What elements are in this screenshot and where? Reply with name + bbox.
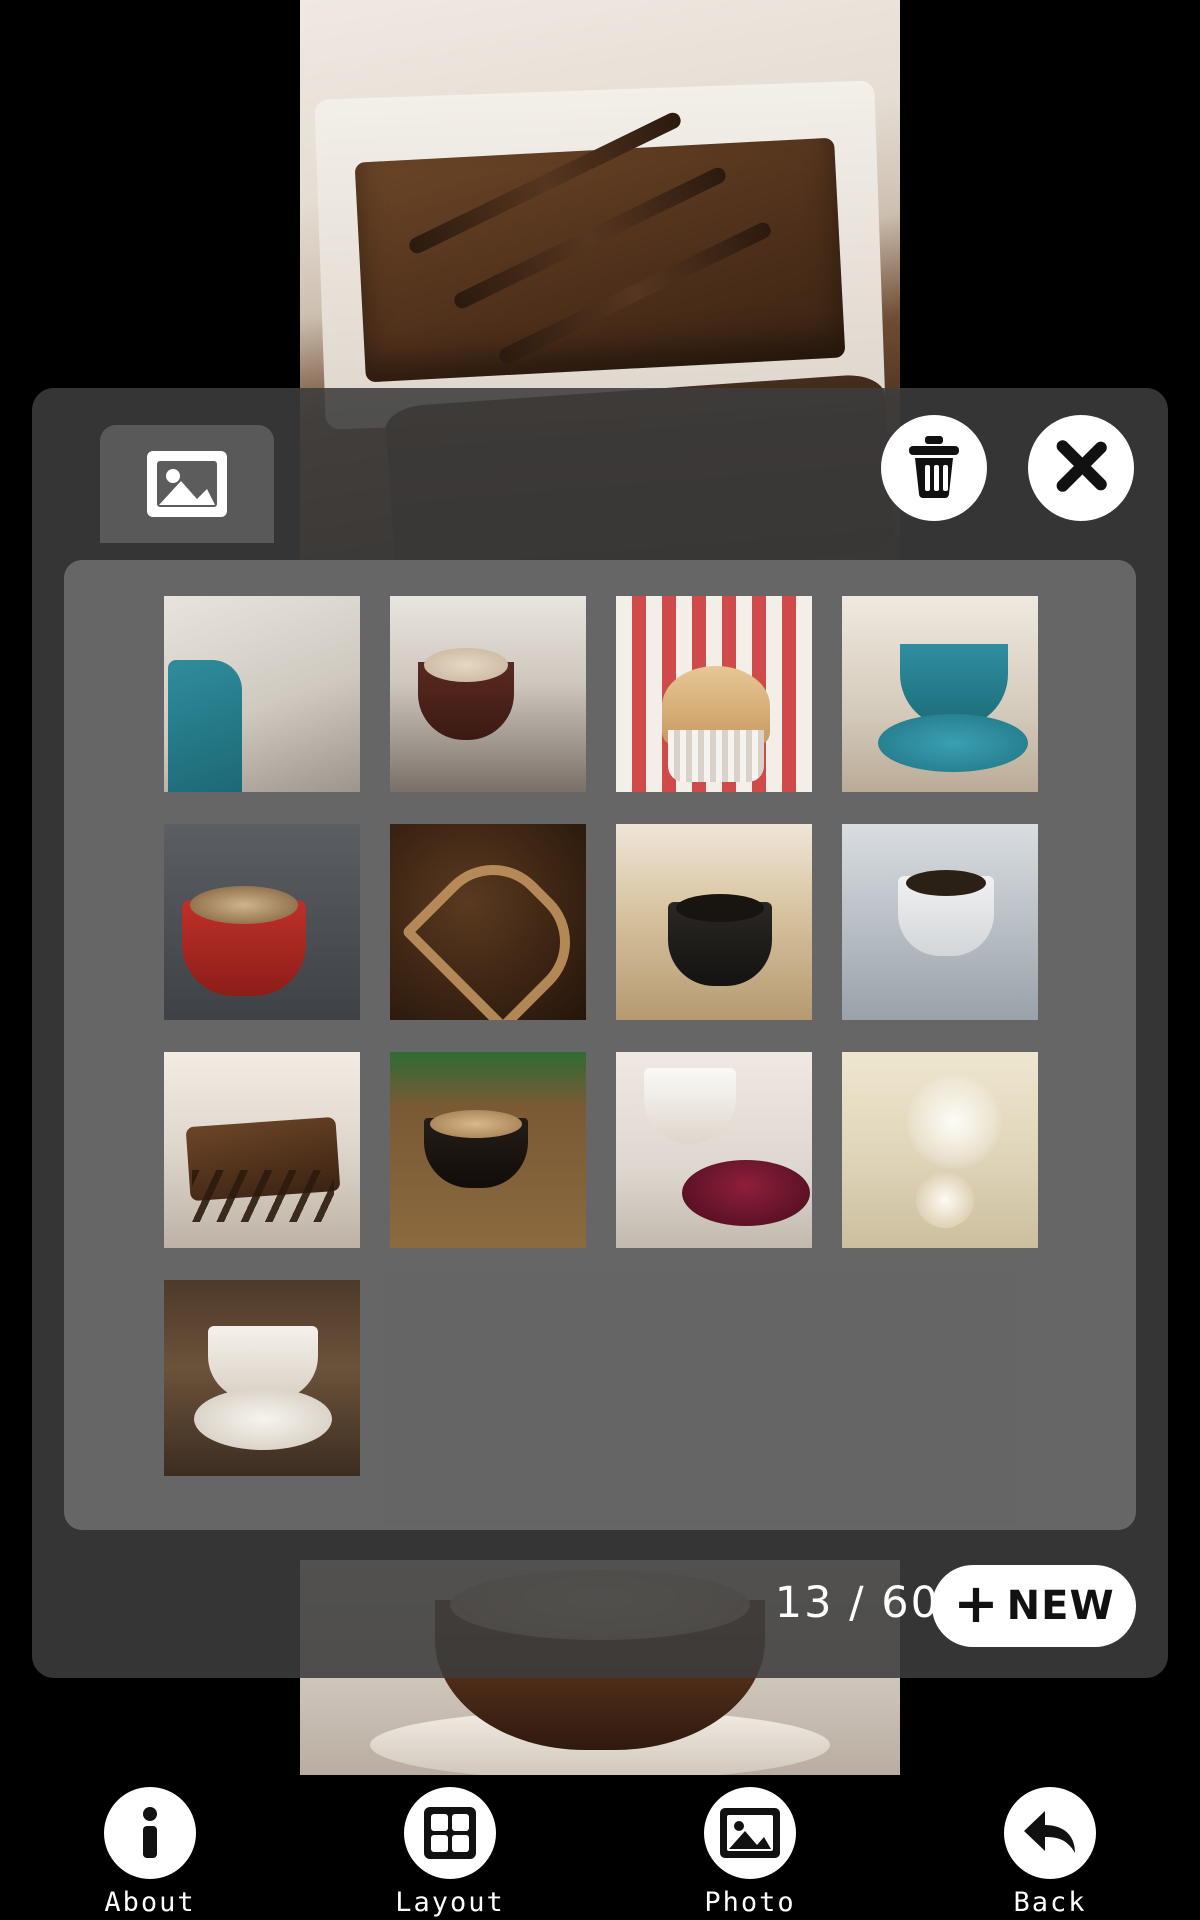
- thumbnail-latte-art-with-book[interactable]: [164, 596, 360, 792]
- new-button-label: NEW: [1006, 1583, 1115, 1629]
- trash-icon: [905, 434, 963, 502]
- info-icon: [104, 1787, 196, 1879]
- nav-item-back[interactable]: Back: [900, 1775, 1200, 1920]
- thumbnail-cappuccino-on-wood[interactable]: [164, 1280, 360, 1476]
- thumbnail-dandelion-seeds[interactable]: [842, 1052, 1038, 1248]
- nav-label-layout: Layout: [395, 1887, 505, 1918]
- brownie-shape: [354, 137, 846, 383]
- nav-item-photo[interactable]: Photo: [600, 1775, 900, 1920]
- photo-counter: 13 / 60: [774, 1578, 940, 1628]
- thumbnail-red-cup-coffee[interactable]: [164, 824, 360, 1020]
- nav-label-about: About: [104, 1887, 196, 1918]
- image-icon: [704, 1787, 796, 1879]
- close-x-icon: [1050, 435, 1112, 501]
- tab-photos[interactable]: [100, 425, 274, 543]
- back-arrow-icon: [1004, 1787, 1096, 1879]
- delete-button[interactable]: [881, 415, 987, 521]
- thumbnail-berry-tart[interactable]: [616, 1052, 812, 1248]
- image-icon: [145, 449, 229, 519]
- thumbnail-teal-cup-biscotti[interactable]: [842, 596, 1038, 792]
- thumbnail-white-cup-knit[interactable]: [842, 824, 1038, 1020]
- new-button[interactable]: + NEW: [932, 1565, 1136, 1647]
- nav-label-back: Back: [1013, 1887, 1087, 1918]
- thumbnail-chocolate-brownie[interactable]: [164, 1052, 360, 1248]
- thumbnail-berry-muffin[interactable]: [616, 596, 812, 792]
- thumbnail-black-coffee-cup[interactable]: [616, 824, 812, 1020]
- bottom-navigation-bar: About Layout Photo Back: [0, 1775, 1200, 1920]
- nav-label-photo: Photo: [704, 1887, 796, 1918]
- app-root: 13 / 60 + NEW About Layout Photo Back: [0, 0, 1200, 1920]
- thumbnail-two-latte-cups[interactable]: [390, 596, 586, 792]
- thumbnail-grid-container: [64, 560, 1136, 1530]
- nav-item-about[interactable]: About: [0, 1775, 300, 1920]
- thumbnail-latte-on-wood[interactable]: [390, 1052, 586, 1248]
- plus-icon: +: [953, 1572, 999, 1635]
- thumbnail-coffee-beans-heart[interactable]: [390, 824, 586, 1020]
- close-button[interactable]: [1028, 415, 1134, 521]
- nav-item-layout[interactable]: Layout: [300, 1775, 600, 1920]
- grid-icon: [404, 1787, 496, 1879]
- thumbnail-grid: [164, 596, 1136, 1476]
